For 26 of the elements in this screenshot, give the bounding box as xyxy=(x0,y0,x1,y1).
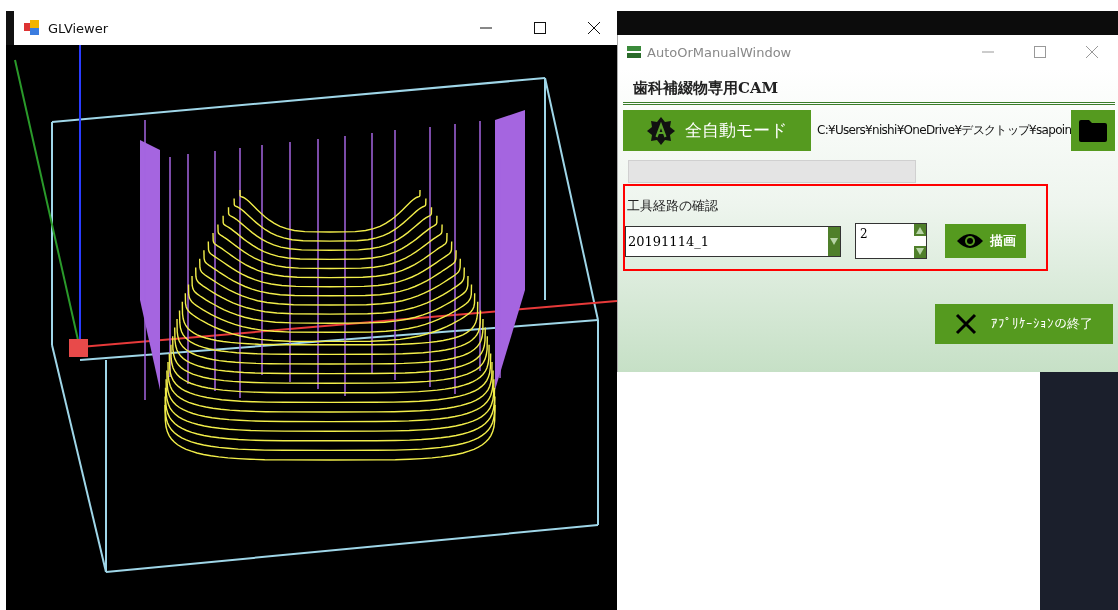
maximize-icon xyxy=(1034,46,1047,58)
exit-button[interactable]: ｱﾌﾟﾘｹｰｼｮﾝの終了 xyxy=(935,304,1113,344)
layer-spinner[interactable]: 2 xyxy=(855,223,927,259)
spin-down-button[interactable] xyxy=(914,246,926,258)
app-heading: 歯科補綴物専用CAM xyxy=(623,79,1116,105)
maximize-icon xyxy=(534,22,546,34)
section-label: 工具経路の確認 xyxy=(626,197,719,215)
close-icon xyxy=(955,313,977,335)
window-title: GLViewer xyxy=(48,20,110,36)
a-badge-icon xyxy=(647,116,675,145)
app-icon xyxy=(24,20,40,36)
folder-button[interactable] xyxy=(1071,110,1116,151)
origin-marker xyxy=(69,339,88,357)
eye-icon xyxy=(955,232,984,250)
auto-mode-button[interactable]: 全自動モード xyxy=(623,110,811,151)
file-dropdown[interactable]: 20191114_1 xyxy=(625,225,841,257)
close-icon xyxy=(1086,46,1099,58)
dropdown-arrow-icon xyxy=(829,236,839,246)
window-title: AutoOrManualWindow xyxy=(647,44,793,60)
folder-icon xyxy=(1078,118,1109,143)
folder-path: C:¥Users¥nishi¥OneDrive¥デスクトップ¥sapoin xyxy=(816,122,1072,139)
app-logo-icon xyxy=(627,46,641,58)
close-icon xyxy=(588,22,600,34)
viewport[interactable] xyxy=(6,45,617,610)
spin-up-button[interactable] xyxy=(914,224,926,236)
draw-button[interactable]: 描画 xyxy=(945,224,1026,258)
